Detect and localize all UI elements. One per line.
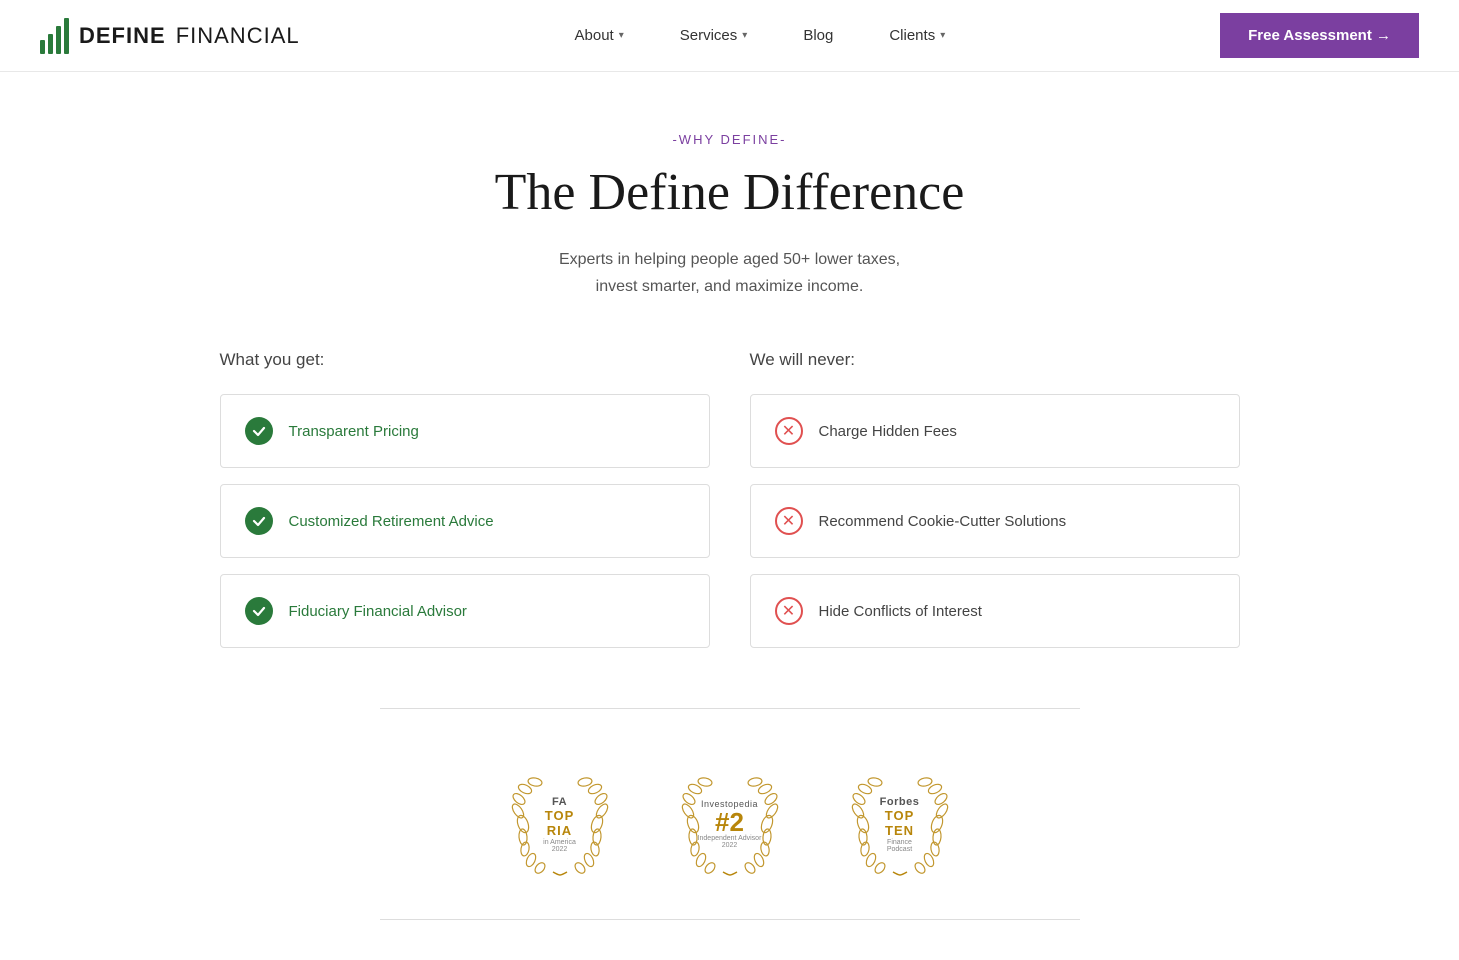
logo-icon — [40, 18, 69, 54]
never-list: ✕ Charge Hidden Fees ✕ Recommend Cookie-… — [750, 394, 1240, 648]
badge-forbes: Forbes TOP TEN Finance Podcast — [845, 769, 955, 879]
list-item: ✕ Recommend Cookie-Cutter Solutions — [750, 484, 1240, 558]
feature-label: Hide Conflicts of Interest — [819, 603, 982, 620]
list-item: Transparent Pricing — [220, 394, 710, 468]
badge-content: Forbes TOP TEN Finance Podcast — [880, 796, 920, 853]
x-icon: ✕ — [775, 597, 803, 625]
logo-light: FINANCIAL — [176, 23, 300, 49]
main-content: -WHY DEFINE- The Define Difference Exper… — [180, 72, 1280, 960]
laurel-badge-2: Investopedia #2 Independent Advisor 2022 — [675, 769, 785, 879]
divider-bottom — [380, 919, 1080, 920]
badge-investopedia: Investopedia #2 Independent Advisor 2022 — [675, 769, 785, 879]
list-item: ✕ Charge Hidden Fees — [750, 394, 1240, 468]
list-item: Fiduciary Financial Advisor — [220, 574, 710, 648]
navbar: DEFINE FINANCIAL About ▾ Services ▾ Blog… — [0, 0, 1459, 72]
never-column: We will never: ✕ Charge Hidden Fees ✕ Re… — [750, 350, 1240, 648]
feature-columns: What you get: Transparent Pricing Custom… — [220, 350, 1240, 648]
free-assessment-button[interactable]: Free Assessment → — [1220, 13, 1419, 58]
list-item: ✕ Hide Conflicts of Interest — [750, 574, 1240, 648]
x-icon: ✕ — [775, 417, 803, 445]
subtext: Experts in helping people aged 50+ lower… — [220, 246, 1240, 300]
nav-services[interactable]: Services ▾ — [652, 27, 776, 44]
badge-fa-top-ria: FA TOP RIA in America 2022 — [505, 769, 615, 879]
feature-label: Charge Hidden Fees — [819, 423, 957, 440]
laurel-badge-3: Forbes TOP TEN Finance Podcast — [845, 769, 955, 879]
x-icon: ✕ — [775, 507, 803, 535]
list-item: Customized Retirement Advice — [220, 484, 710, 558]
feature-label: Recommend Cookie-Cutter Solutions — [819, 513, 1067, 530]
check-icon — [245, 507, 273, 535]
feature-label: Transparent Pricing — [289, 423, 419, 440]
feature-label: Fiduciary Financial Advisor — [289, 603, 467, 620]
check-icon — [245, 417, 273, 445]
nav-links: About ▾ Services ▾ Blog Clients ▾ — [547, 27, 974, 44]
chevron-down-icon: ▾ — [619, 30, 624, 41]
nav-blog[interactable]: Blog — [775, 27, 861, 44]
get-list: Transparent Pricing Customized Retiremen… — [220, 394, 710, 648]
get-column-header: What you get: — [220, 350, 710, 370]
logo[interactable]: DEFINE FINANCIAL — [40, 18, 300, 54]
chevron-down-icon: ▾ — [940, 30, 945, 41]
chevron-down-icon: ▾ — [742, 30, 747, 41]
badge-content: FA TOP RIA in America 2022 — [543, 796, 576, 853]
logo-bold: DEFINE — [79, 23, 166, 49]
section-eyebrow: -WHY DEFINE- — [220, 132, 1240, 147]
badges-section: FA TOP RIA in America 2022 — [220, 749, 1240, 919]
main-heading: The Define Difference — [220, 163, 1240, 222]
badge-content: Investopedia #2 Independent Advisor 2022 — [698, 799, 762, 849]
divider-top — [380, 708, 1080, 709]
laurel-badge-1: FA TOP RIA in America 2022 — [505, 769, 615, 879]
check-icon — [245, 597, 273, 625]
nav-clients[interactable]: Clients ▾ — [861, 27, 973, 44]
get-column: What you get: Transparent Pricing Custom… — [220, 350, 710, 648]
never-column-header: We will never: — [750, 350, 1240, 370]
nav-about[interactable]: About ▾ — [547, 27, 652, 44]
feature-label: Customized Retirement Advice — [289, 513, 494, 530]
